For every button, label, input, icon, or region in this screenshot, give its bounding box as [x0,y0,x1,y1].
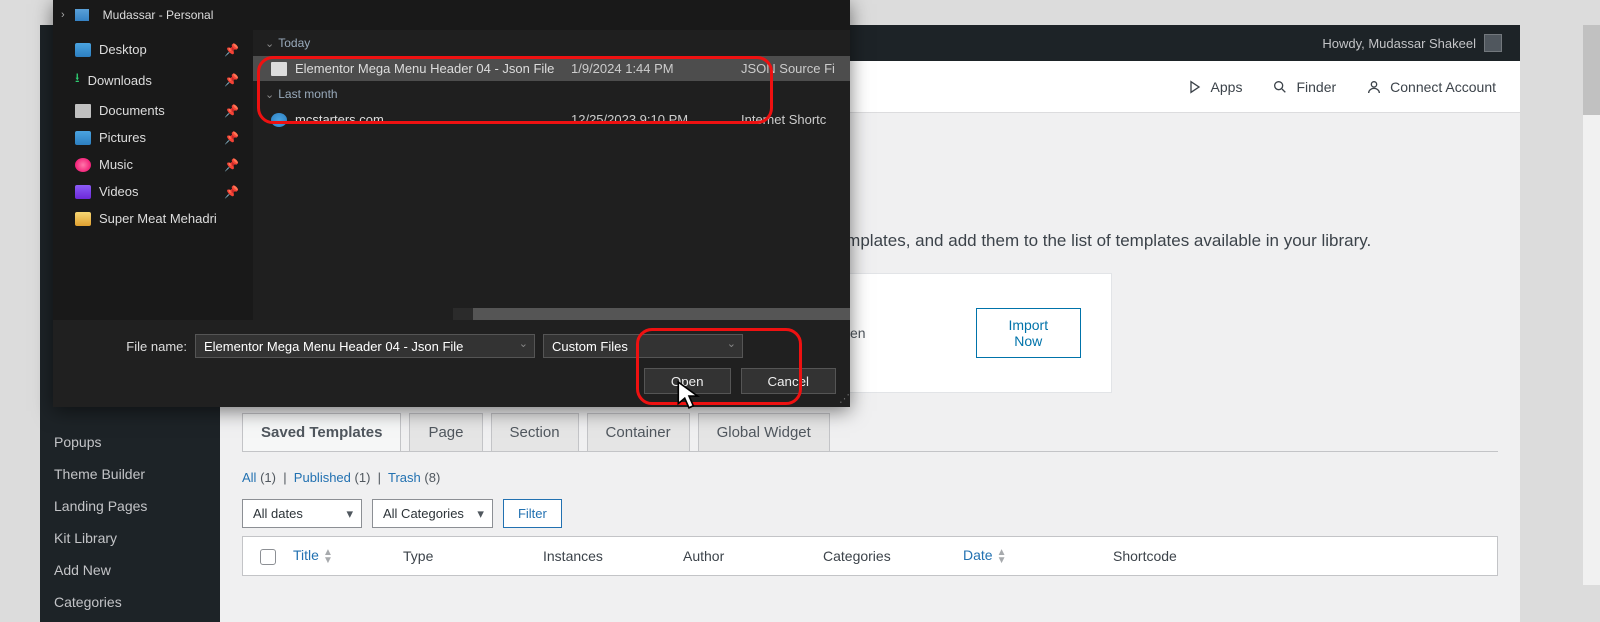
col-date[interactable]: Date▲▼ [963,547,1113,564]
shortcut-icon [271,113,287,127]
search-icon [1272,79,1288,95]
tab-global-widget[interactable]: Global Widget [698,413,830,451]
filter-trash[interactable]: Trash [388,470,421,485]
sort-icon: ▲▼ [997,549,1007,565]
file-row-selected[interactable]: Elementor Mega Menu Header 04 - Json Fil… [253,56,850,81]
sidebar-desktop[interactable]: Desktop📌 [53,36,253,63]
all-categories-select[interactable]: All Categories [372,499,493,528]
file-list: Name Date modified Type Today Elementor … [253,30,850,320]
tab-container[interactable]: Container [587,413,690,451]
templates-table: Title▲▼ Type Instances Author Categories… [242,536,1498,576]
import-now-button[interactable]: Import Now [976,308,1081,358]
folder-icon [75,212,91,226]
filter-controls: All dates All Categories Filter [242,499,1498,528]
picture-icon [75,131,91,145]
apps-label: Apps [1211,79,1243,95]
col-type: Type [403,548,543,564]
file-row[interactable]: mcstarters.com 12/25/2023 9:10 PM Intern… [253,107,850,132]
pin-icon: 📌 [224,73,239,87]
horizontal-scrollbar[interactable] [453,308,850,320]
connect-label: Connect Account [1390,79,1496,95]
tab-saved-templates[interactable]: Saved Templates [242,413,401,451]
pin-icon: 📌 [224,104,239,118]
col-shortcode: Shortcode [1113,548,1177,564]
filter-all-count: (1) [260,470,276,485]
browser-scrollbar[interactable] [1583,25,1600,585]
table-header: Title▲▼ Type Instances Author Categories… [243,537,1497,575]
filename-input[interactable]: Elementor Mega Menu Header 04 - Json Fil… [195,334,535,358]
dialog-sidebar: Desktop📌 ⭳Downloads📌 Documents📌 Pictures… [53,30,253,320]
play-icon [1187,79,1203,95]
col-categories: Categories [823,548,963,564]
pin-icon: 📌 [224,43,239,57]
file-open-dialog: › Mudassar - Personal Desktop📌 ⭳Download… [53,0,850,407]
sidebar-folder[interactable]: Super Meat Mehadri [53,205,253,232]
filter-trash-count: (8) [424,470,440,485]
pin-icon: 📌 [224,158,239,172]
avatar[interactable] [1484,34,1502,52]
filename-label: File name: [67,339,187,354]
download-icon: ⭳ [75,69,80,91]
status-filter-links: All (1) | Published (1) | Trash (8) [242,470,1498,485]
tab-section[interactable]: Section [491,413,579,451]
sidebar-item-popups[interactable]: Popups [40,426,220,458]
sidebar-pictures[interactable]: Pictures📌 [53,124,253,151]
mouse-cursor [676,380,702,415]
desktop-icon [75,43,91,57]
template-tabs: Saved Templates Page Section Container G… [242,413,1498,451]
all-dates-select[interactable]: All dates [242,499,362,528]
tab-page[interactable]: Page [409,413,482,451]
chevron-right-icon[interactable]: › [61,9,65,21]
video-icon [75,185,91,199]
group-today[interactable]: Today [253,30,850,56]
sidebar-downloads[interactable]: ⭳Downloads📌 [53,63,253,97]
cancel-button[interactable]: Cancel [741,368,837,394]
folder-icon [75,9,89,21]
json-file-icon [271,62,287,76]
filetype-select[interactable]: Custom Files [543,334,743,358]
user-icon [1366,79,1382,95]
document-icon [75,104,91,118]
select-all-checkbox[interactable] [260,549,276,565]
finder-link[interactable]: Finder [1272,79,1336,95]
sidebar-item-kit-library[interactable]: Kit Library [40,522,220,554]
col-title[interactable]: Title▲▼ [293,547,403,564]
sidebar-item-landing-pages[interactable]: Landing Pages [40,490,220,522]
col-author: Author [683,548,823,564]
resize-grip[interactable]: ⋰ [839,392,848,405]
sort-icon: ▲▼ [323,549,333,565]
breadcrumb-folder[interactable]: Mudassar - Personal [103,8,214,22]
group-last-month[interactable]: Last month [253,81,850,107]
sidebar-documents[interactable]: Documents📌 [53,97,253,124]
dialog-breadcrumb: › Mudassar - Personal [53,0,850,30]
sidebar-item-categories[interactable]: Categories [40,586,220,618]
music-icon [75,158,91,172]
sidebar-videos[interactable]: Videos📌 [53,178,253,205]
pin-icon: 📌 [224,131,239,145]
tab-underline [242,451,1498,452]
apps-link[interactable]: Apps [1187,79,1243,95]
filter-all[interactable]: All [242,470,256,485]
dialog-bottom-bar: File name: Elementor Mega Menu Header 04… [53,320,850,407]
filter-published[interactable]: Published [294,470,351,485]
sidebar-music[interactable]: Music📌 [53,151,253,178]
col-instances: Instances [543,548,683,564]
filter-button[interactable]: Filter [503,499,562,528]
finder-label: Finder [1296,79,1336,95]
sidebar-item-theme-builder[interactable]: Theme Builder [40,458,220,490]
sidebar-item-add-new[interactable]: Add New [40,554,220,586]
connect-account-link[interactable]: Connect Account [1366,79,1496,95]
filter-published-count: (1) [355,470,371,485]
howdy-text[interactable]: Howdy, Mudassar Shakeel [1322,36,1476,51]
pin-icon: 📌 [224,185,239,199]
